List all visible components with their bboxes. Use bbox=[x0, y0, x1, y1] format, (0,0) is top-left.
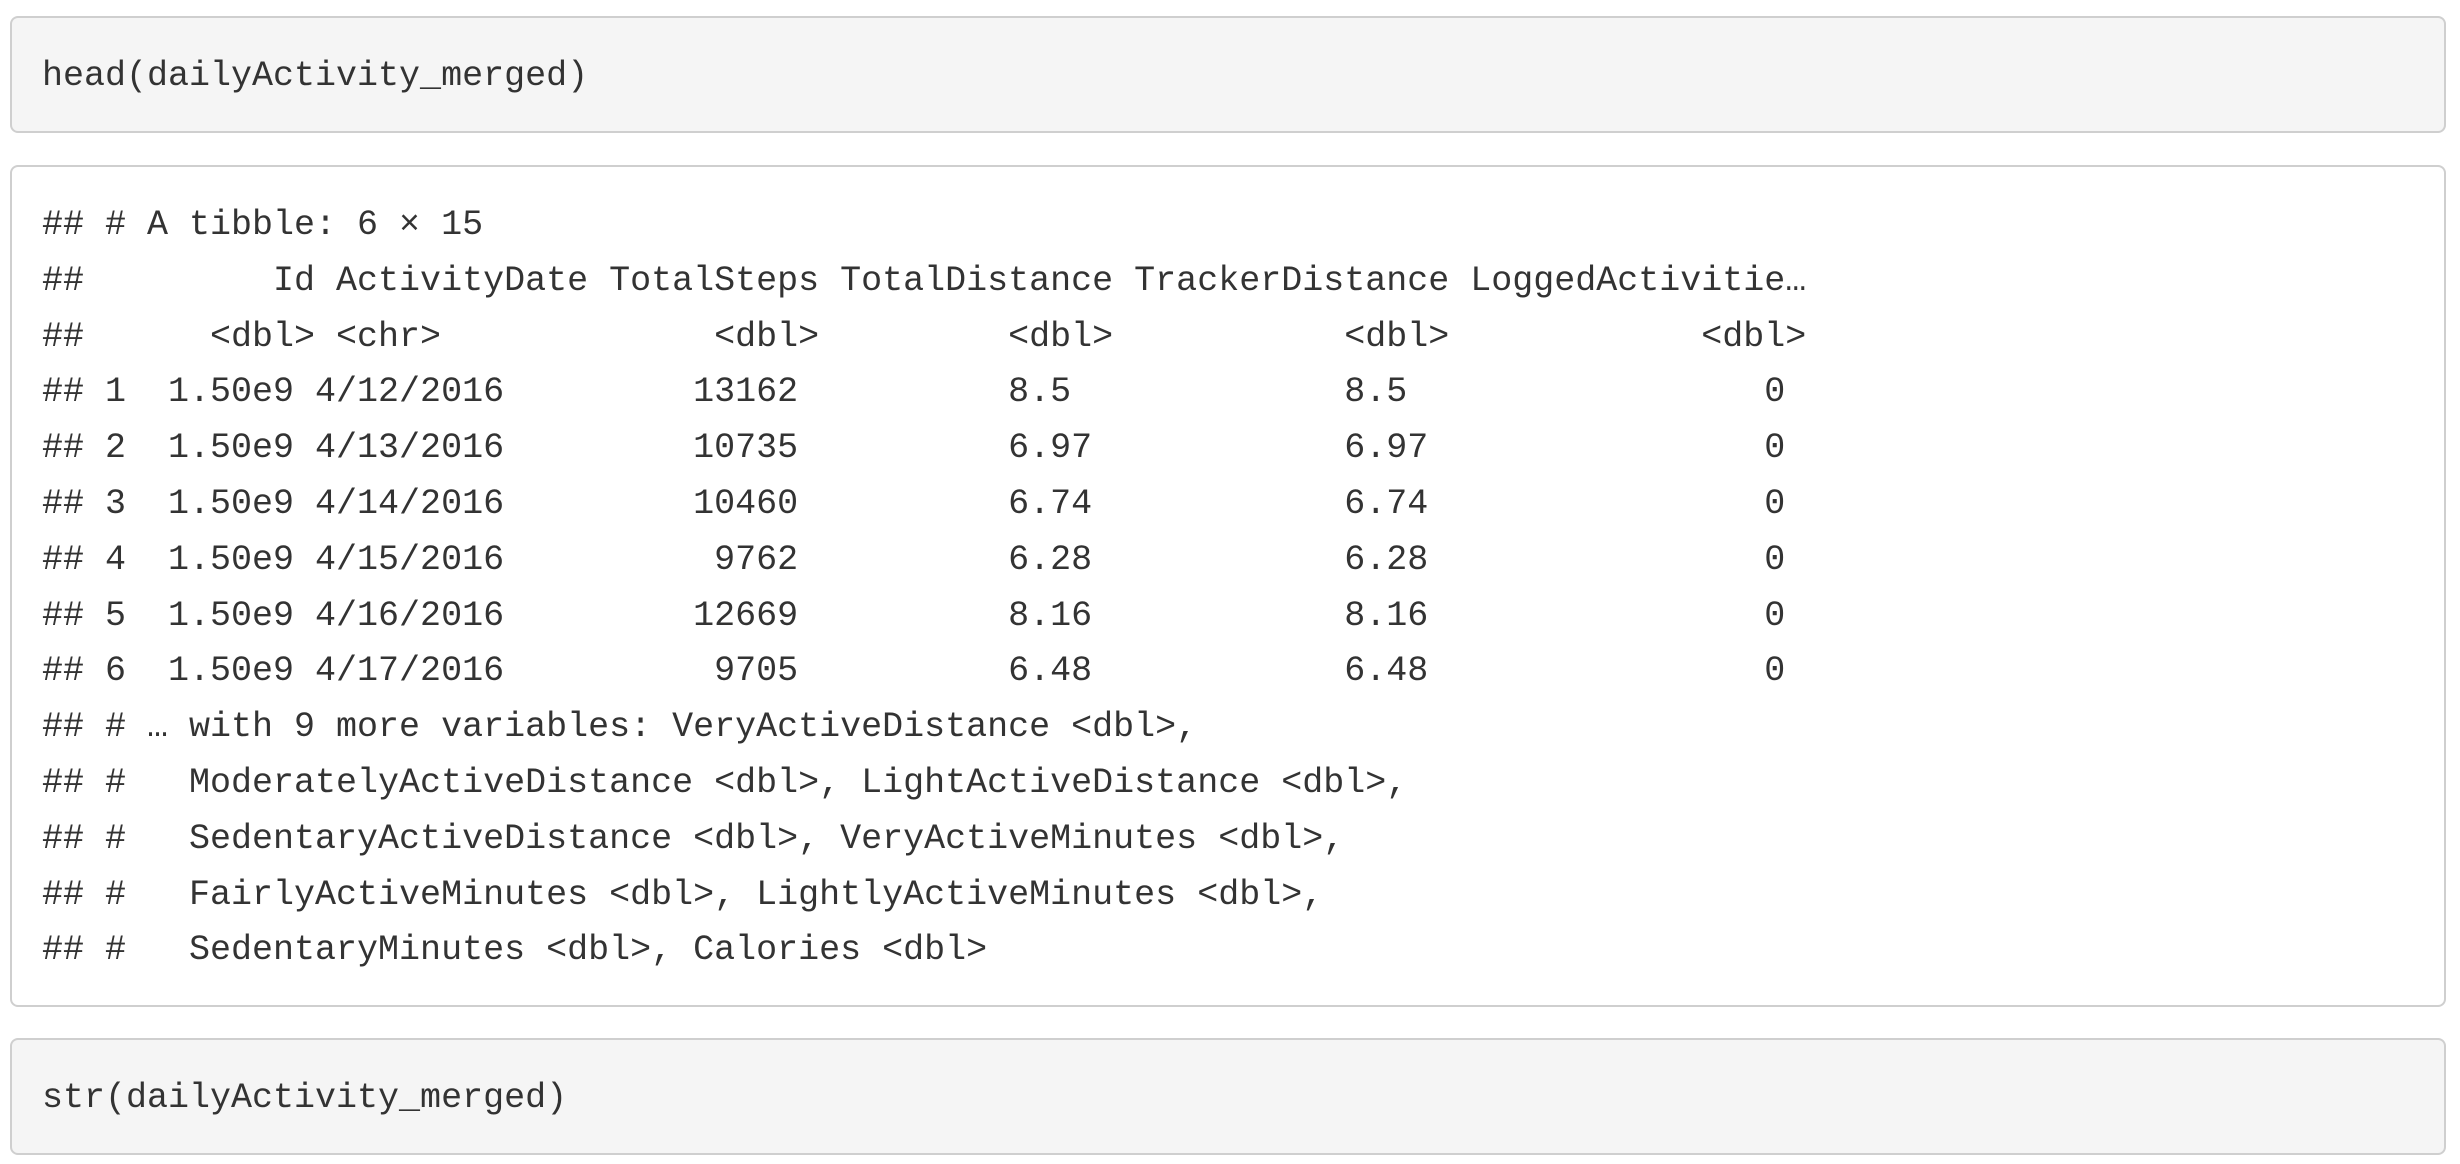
code-line-head: head(dailyActivity_merged) bbox=[42, 56, 589, 96]
output-line-more-vars-3: ## # SedentaryActiveDistance <dbl>, Very… bbox=[42, 818, 1345, 859]
output-cell: ## # A tibble: 6 × 15 ## Id ActivityDate… bbox=[10, 165, 2446, 1007]
output-line-row-2: ## 2 1.50e9 4/13/2016 10735 6.97 6.97 0 bbox=[42, 428, 1786, 469]
output-line-column-types: ## <dbl> <chr> <dbl> <dbl> <dbl> <dbl> bbox=[42, 316, 1807, 357]
output-line-more-vars-2: ## # ModeratelyActiveDistance <dbl>, Lig… bbox=[42, 762, 1408, 803]
output-line-more-vars-4: ## # FairlyActiveMinutes <dbl>, LightlyA… bbox=[42, 874, 1324, 915]
output-line-more-vars-1: ## # … with 9 more variables: VeryActive… bbox=[42, 707, 1198, 748]
output-line-tibble-header: ## # A tibble: 6 × 15 bbox=[42, 205, 484, 245]
output-line-row-3: ## 3 1.50e9 4/14/2016 10460 6.74 6.74 0 bbox=[42, 483, 1786, 524]
output-line-column-names: ## Id ActivityDate TotalSteps TotalDista… bbox=[42, 260, 1807, 301]
output-line-row-1: ## 1 1.50e9 4/12/2016 13162 8.5 8.5 0 bbox=[42, 372, 1786, 413]
output-line-row-4: ## 4 1.50e9 4/15/2016 9762 6.28 6.28 0 bbox=[42, 539, 1786, 580]
code-cell-head[interactable]: head(dailyActivity_merged) bbox=[10, 16, 2446, 133]
output-line-more-vars-5: ## # SedentaryMinutes <dbl>, Calories <d… bbox=[42, 930, 988, 971]
code-cell-str[interactable]: str(dailyActivity_merged) bbox=[10, 1038, 2446, 1155]
output-lines: ## # A tibble: 6 × 15 ## Id ActivityDate… bbox=[42, 198, 2444, 979]
code-line-str: str(dailyActivity_merged) bbox=[42, 1078, 568, 1118]
output-line-row-5: ## 5 1.50e9 4/16/2016 12669 8.16 8.16 0 bbox=[42, 595, 1786, 636]
output-line-row-6: ## 6 1.50e9 4/17/2016 9705 6.48 6.48 0 bbox=[42, 651, 1786, 692]
